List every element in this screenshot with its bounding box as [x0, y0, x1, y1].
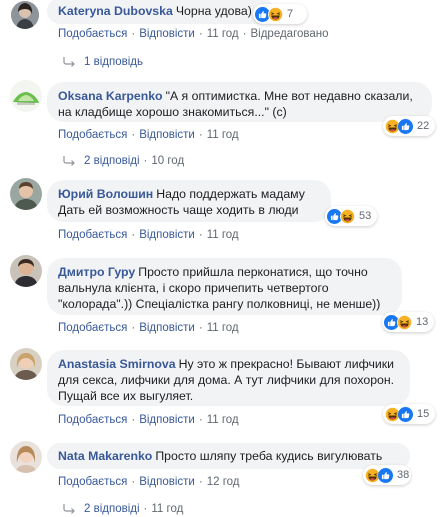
- thumbs-up-icon: [398, 119, 413, 134]
- reaction-count: 13: [416, 316, 429, 328]
- replies-count[interactable]: 2 відповіді: [84, 503, 140, 515]
- laughing-emoji-icon: [340, 209, 355, 224]
- comment-time[interactable]: 11 год: [207, 129, 239, 141]
- avatar[interactable]: [10, 348, 42, 380]
- replies-time[interactable]: 10 год: [151, 155, 184, 167]
- reply-link[interactable]: Відповісти: [139, 476, 195, 488]
- avatar[interactable]: [11, 1, 39, 29]
- reaction-count: 38: [397, 469, 410, 481]
- comment-author[interactable]: Дмитро Гуру: [58, 265, 135, 279]
- comment-bubble: Oksana Karpenko "А я оптимистка. Мне вот …: [47, 82, 432, 122]
- reply-link[interactable]: Відповісти: [139, 322, 195, 334]
- comment-actions: Подобається · Відповісти · 11 год: [58, 414, 239, 426]
- reaction-summary[interactable]: 38: [363, 465, 411, 485]
- comment-actions: Подобається · Відповісти · 11 год: [58, 322, 239, 334]
- reaction-summary[interactable]: 13: [382, 312, 434, 332]
- reaction-summary[interactable]: 7: [253, 4, 307, 24]
- comment-bubble: Kateryna Dubovska Чорна удова): [47, 0, 274, 24]
- reply-link[interactable]: Відповісти: [139, 414, 195, 426]
- comment-actions: Подобається · Відповісти · 11 год: [58, 229, 239, 241]
- comment-time[interactable]: 11 год: [207, 28, 239, 40]
- comment-author[interactable]: Anastasia Smirnova: [58, 357, 176, 371]
- like-link[interactable]: Подобається: [58, 322, 127, 334]
- comment-bubble: Юрий Волошин Надо поддержать мадаму Дать …: [47, 180, 331, 222]
- reaction-count: 7: [287, 8, 294, 20]
- edited-label[interactable]: Відредаговано: [250, 28, 328, 40]
- avatar[interactable]: [10, 178, 42, 210]
- reaction-count: 15: [417, 408, 430, 420]
- comment-bubble: Дмитро Гуру Просто прийшла перконатися, щ…: [47, 258, 402, 315]
- reaction-summary[interactable]: 22: [383, 116, 435, 136]
- comment-actions: Подобається · Відповісти · 11 год: [58, 129, 239, 141]
- reply-arrow-icon: [62, 57, 76, 67]
- comment-time[interactable]: 11 год: [207, 322, 239, 334]
- thumbs-up-icon: [378, 468, 393, 483]
- like-link[interactable]: Подобається: [58, 414, 127, 426]
- reaction-count: 53: [359, 210, 372, 222]
- view-replies-link[interactable]: 1 відповідь: [62, 56, 143, 68]
- reply-link[interactable]: Відповісти: [139, 229, 195, 241]
- comment-text: Чорна удова): [175, 4, 252, 18]
- comment-author[interactable]: Юрий Волошин: [58, 187, 153, 201]
- like-link[interactable]: Подобається: [58, 229, 127, 241]
- view-replies-link[interactable]: 2 відповіді · 10 год: [62, 155, 184, 167]
- comment-time[interactable]: 12 год: [207, 476, 240, 488]
- comment-time[interactable]: 11 год: [207, 414, 239, 426]
- replies-count[interactable]: 1 відповідь: [84, 56, 143, 68]
- comment-actions: Подобається · Відповісти · 12 год: [58, 476, 240, 488]
- thumbs-up-icon: [398, 407, 413, 422]
- reaction-summary[interactable]: 15: [383, 404, 435, 424]
- comment-bubble: Anastasia Smirnova Ну это ж прекрасно! Бы…: [47, 350, 410, 406]
- reaction-summary[interactable]: 53: [325, 206, 377, 226]
- comment-text: Просто шляпу треба кудись вигулювать: [155, 449, 383, 463]
- avatar[interactable]: [10, 255, 42, 287]
- comment-actions: Подобається · Відповісти · 11 год · Відредагов…: [58, 28, 329, 40]
- like-link[interactable]: Подобається: [58, 476, 127, 488]
- avatar[interactable]: [10, 441, 42, 473]
- laughing-emoji-icon: [268, 7, 283, 22]
- comment-author[interactable]: Kateryna Dubovska: [58, 4, 173, 18]
- comment-time[interactable]: 11 год: [207, 229, 239, 241]
- reply-link[interactable]: Відповісти: [139, 28, 195, 40]
- laughing-emoji-icon: [397, 315, 412, 330]
- reaction-count: 22: [417, 120, 430, 132]
- like-link[interactable]: Подобається: [58, 129, 127, 141]
- replies-count[interactable]: 2 відповіді: [84, 155, 140, 167]
- like-link[interactable]: Подобається: [58, 28, 127, 40]
- reply-link[interactable]: Відповісти: [139, 129, 195, 141]
- reply-arrow-icon: [62, 156, 76, 166]
- view-replies-link[interactable]: 2 відповіді · 11 год: [62, 503, 183, 515]
- replies-time[interactable]: 11 год: [151, 503, 183, 515]
- avatar[interactable]: [10, 80, 42, 112]
- comment-author[interactable]: Nata Makarenko: [58, 449, 152, 463]
- comment-bubble: Nata Makarenko Просто шляпу треба кудись …: [47, 443, 410, 469]
- comment-author[interactable]: Oksana Karpenko: [58, 89, 163, 103]
- reply-arrow-icon: [62, 504, 76, 514]
